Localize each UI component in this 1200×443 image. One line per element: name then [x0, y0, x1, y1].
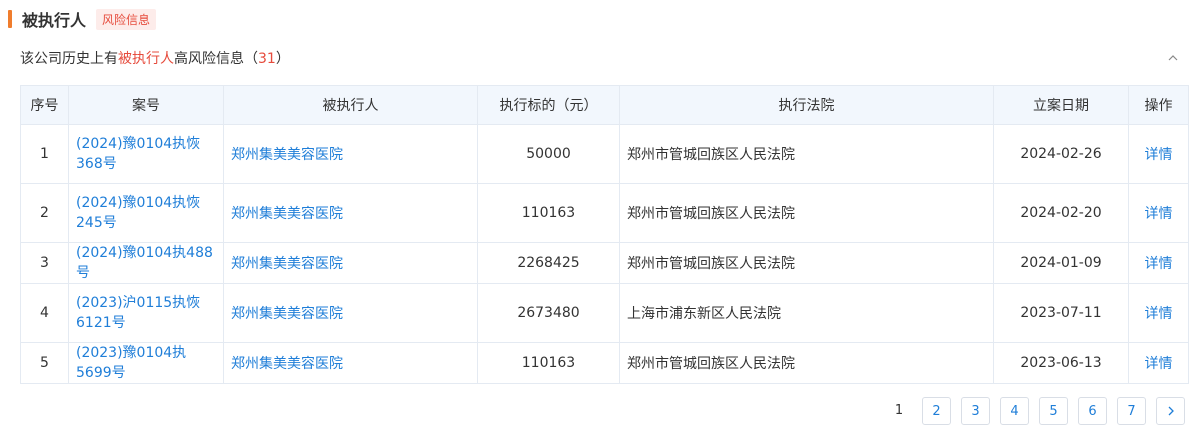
- date-cell: 2023-07-11: [993, 283, 1129, 343]
- date-cell: 2024-02-26: [993, 124, 1129, 184]
- amount-cell: 50000: [477, 124, 620, 184]
- person-link[interactable]: 郑州集美美容医院: [231, 206, 343, 222]
- row-index: 1: [20, 124, 69, 184]
- header-person: 被执行人: [223, 85, 478, 125]
- page-button-2[interactable]: 2: [922, 397, 951, 425]
- row-index: 3: [20, 242, 69, 284]
- page-current: 1: [894, 403, 904, 418]
- table-row: 1 (2024)豫0104执恢368号 郑州集美美容医院 50000 郑州市管城…: [20, 124, 1189, 184]
- risk-tag: 风险信息: [96, 8, 157, 30]
- page-button-3[interactable]: 3: [961, 397, 990, 425]
- table-row: 5 (2023)豫0104执5699号 郑州集美美容医院 110163 郑州市管…: [20, 342, 1189, 384]
- table-header-row: 序号 案号 被执行人 执行标的（元） 执行法院 立案日期 操作: [20, 85, 1189, 125]
- row-index: 5: [20, 342, 69, 384]
- section-title: 被执行人: [22, 11, 87, 30]
- court-cell: 郑州市管城回族区人民法院: [619, 183, 994, 243]
- header-action: 操作: [1128, 85, 1189, 125]
- case-number-link[interactable]: (2024)豫0104执恢368号: [76, 134, 216, 174]
- court-cell: 郑州市管城回族区人民法院: [619, 342, 994, 384]
- pagination: 1 2 3 4 5 6 7: [884, 397, 1185, 425]
- next-page-button[interactable]: [1156, 397, 1185, 425]
- chevron-right-icon: [1168, 406, 1174, 416]
- section-header: 被执行人 风险信息: [8, 8, 157, 30]
- summary-highlight: 被执行人: [118, 51, 174, 67]
- details-link[interactable]: 详情: [1145, 256, 1173, 272]
- person-link[interactable]: 郑州集美美容医院: [231, 256, 343, 272]
- details-link[interactable]: 详情: [1145, 306, 1173, 322]
- table-row: 4 (2023)沪0115执恢6121号 郑州集美美容医院 2673480 上海…: [20, 283, 1189, 343]
- details-link[interactable]: 详情: [1145, 206, 1173, 222]
- summary-middle: 高风险信息（: [174, 51, 258, 67]
- court-cell: 郑州市管城回族区人民法院: [619, 124, 994, 184]
- enforcement-table: 序号 案号 被执行人 执行标的（元） 执行法院 立案日期 操作 1 (2024)…: [20, 85, 1189, 384]
- header-case-no: 案号: [68, 85, 224, 125]
- date-cell: 2024-01-09: [993, 242, 1129, 284]
- amount-cell: 110163: [477, 342, 620, 384]
- court-cell: 郑州市管城回族区人民法院: [619, 242, 994, 284]
- person-link[interactable]: 郑州集美美容医院: [231, 147, 343, 163]
- header-amount: 执行标的（元）: [477, 85, 620, 125]
- chevron-up-icon[interactable]: [1166, 50, 1180, 64]
- risk-summary: 该公司历史上有被执行人高风险信息（31）: [20, 48, 290, 68]
- table-row: 3 (2024)豫0104执488号 郑州集美美容医院 2268425 郑州市管…: [20, 242, 1189, 284]
- summary-prefix: 该公司历史上有: [20, 51, 118, 67]
- row-index: 2: [20, 183, 69, 243]
- case-number-link[interactable]: (2024)豫0104执恢245号: [76, 193, 216, 233]
- amount-cell: 2673480: [477, 283, 620, 343]
- page-button-7[interactable]: 7: [1117, 397, 1146, 425]
- amount-cell: 2268425: [477, 242, 620, 284]
- page-button-6[interactable]: 6: [1078, 397, 1107, 425]
- page-button-4[interactable]: 4: [1000, 397, 1029, 425]
- header-court: 执行法院: [619, 85, 994, 125]
- details-link[interactable]: 详情: [1145, 356, 1173, 372]
- summary-suffix: ）: [275, 51, 290, 67]
- case-number-link[interactable]: (2023)豫0104执5699号: [76, 343, 216, 383]
- page-button-5[interactable]: 5: [1039, 397, 1068, 425]
- row-index: 4: [20, 283, 69, 343]
- case-number-link[interactable]: (2023)沪0115执恢6121号: [76, 293, 216, 333]
- amount-cell: 110163: [477, 183, 620, 243]
- date-cell: 2024-02-20: [993, 183, 1129, 243]
- section-accent-bar: [8, 10, 12, 28]
- person-link[interactable]: 郑州集美美容医院: [231, 356, 343, 372]
- date-cell: 2023-06-13: [993, 342, 1129, 384]
- details-link[interactable]: 详情: [1145, 147, 1173, 163]
- header-index: 序号: [20, 85, 69, 125]
- table-row: 2 (2024)豫0104执恢245号 郑州集美美容医院 110163 郑州市管…: [20, 183, 1189, 243]
- case-number-link[interactable]: (2024)豫0104执488号: [76, 243, 216, 283]
- person-link[interactable]: 郑州集美美容医院: [231, 306, 343, 322]
- court-cell: 上海市浦东新区人民法院: [619, 283, 994, 343]
- header-date: 立案日期: [993, 85, 1129, 125]
- summary-count: 31: [258, 51, 276, 67]
